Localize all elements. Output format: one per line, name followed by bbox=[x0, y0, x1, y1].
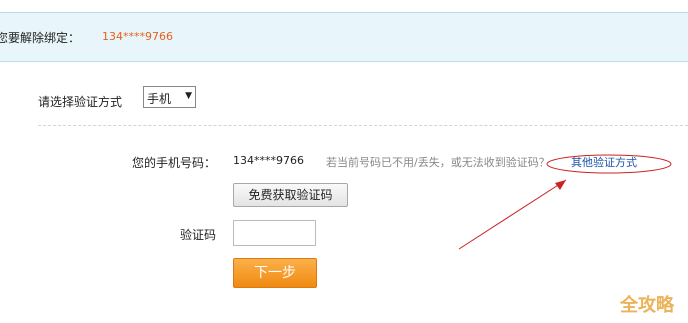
verify-method-select[interactable]: 手机 ▼ bbox=[143, 86, 196, 108]
phone-number-label: 您的手机号码： bbox=[132, 156, 217, 170]
verification-code-label: 验证码 bbox=[180, 228, 217, 242]
arrow-head-icon bbox=[555, 180, 566, 190]
phone-number-value: 134****9766 bbox=[233, 154, 304, 167]
phone-help-text: 若当前号码已不用/丢失，或无法收到验证码？ bbox=[326, 156, 550, 169]
unbind-banner: 您要解除绑定： 134****9766 bbox=[0, 12, 688, 62]
verify-method-value: 手机 bbox=[147, 92, 172, 106]
unbind-label: 您要解除绑定： bbox=[0, 31, 81, 45]
annotation-arrow-line bbox=[458, 179, 567, 250]
next-step-button[interactable]: 下一步 bbox=[233, 258, 317, 288]
verification-code-input[interactable] bbox=[233, 220, 316, 246]
site-watermark: 全攻略 bbox=[620, 295, 674, 316]
other-verify-method-link[interactable]: 其他验证方式 bbox=[571, 154, 637, 170]
triangle-down-icon: ▼ bbox=[185, 91, 192, 101]
verify-method-label: 请选择验证方式 bbox=[38, 95, 123, 109]
get-code-button[interactable]: 免费获取验证码 bbox=[233, 183, 348, 207]
dashed-divider bbox=[38, 125, 688, 126]
unbind-phone-number: 134****9766 bbox=[102, 30, 173, 43]
